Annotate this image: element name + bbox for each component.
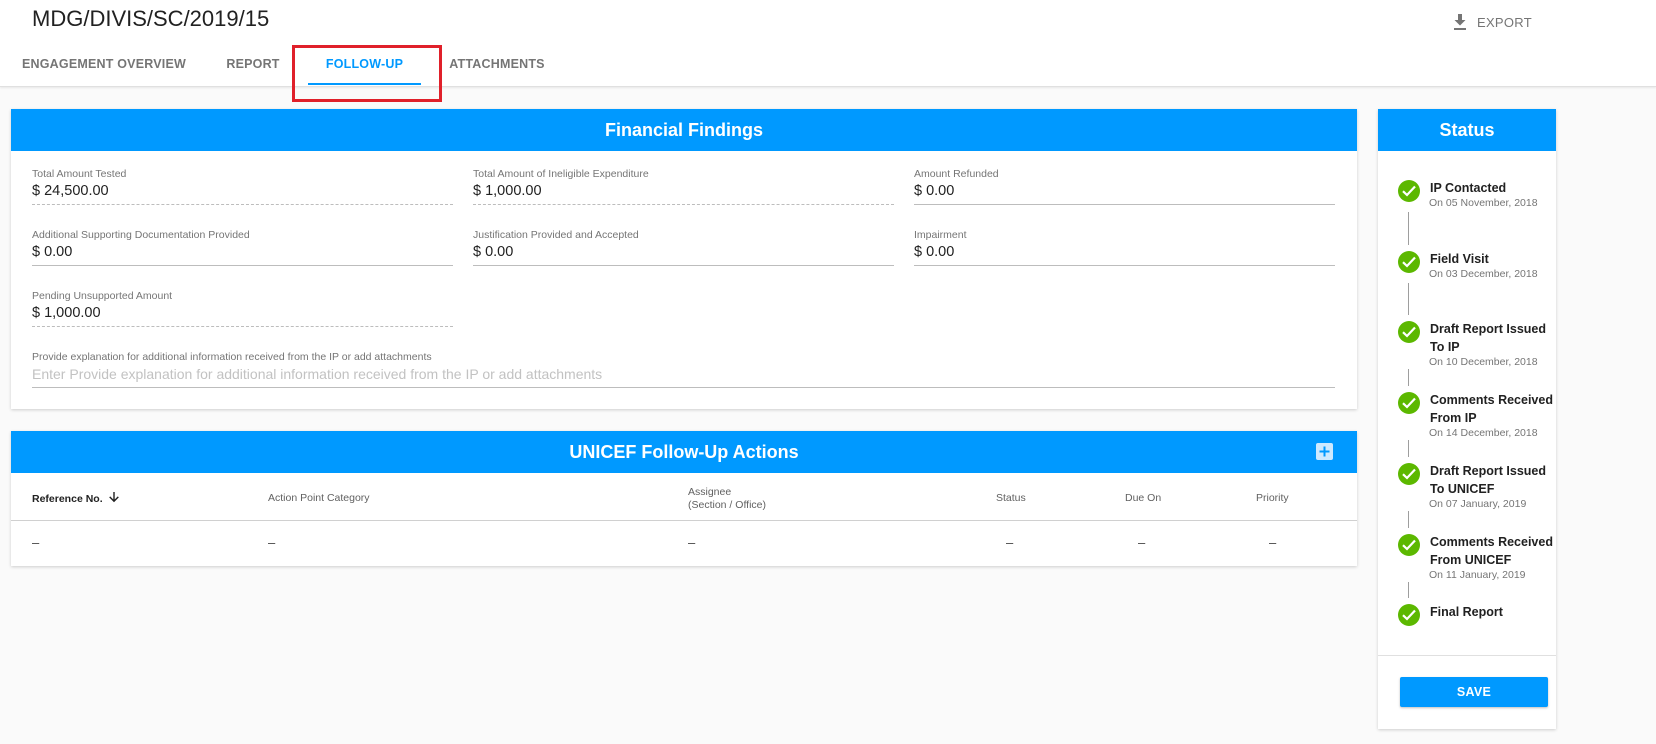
amount-refunded-field[interactable]: Amount Refunded $ 0.00 xyxy=(914,168,1335,205)
field-value: $ 1,000.00 xyxy=(473,183,894,205)
table-cell: – xyxy=(32,535,40,550)
total-amount-tested-field[interactable]: Total Amount Tested $ 24,500.00 xyxy=(32,168,453,205)
column-header-assignee: Assignee (Section / Office) xyxy=(688,486,766,512)
timeline-connector xyxy=(1408,511,1409,528)
check-circle-icon xyxy=(1398,392,1420,414)
tab-attachments[interactable]: ATTACHMENTS xyxy=(437,52,557,86)
export-button[interactable]: EXPORT xyxy=(1453,14,1532,31)
add-action-button[interactable] xyxy=(1316,443,1333,460)
table-cell: – xyxy=(1138,535,1146,550)
table-cell: – xyxy=(688,535,696,550)
check-circle-icon xyxy=(1398,604,1420,626)
field-label: Additional Supporting Documentation Prov… xyxy=(32,229,250,241)
justification-field[interactable]: Justification Provided and Accepted $ 0.… xyxy=(473,229,894,266)
field-value: $ 24,500.00 xyxy=(32,183,453,205)
column-label: Assignee xyxy=(688,486,732,498)
check-circle-icon xyxy=(1398,321,1420,343)
timeline-connector xyxy=(1408,283,1409,315)
pending-unsupported-amount-field[interactable]: Pending Unsupported Amount $ 1,000.00 xyxy=(32,290,453,327)
plus-icon xyxy=(1319,446,1330,457)
field-label: Total Amount Tested xyxy=(32,168,127,180)
field-label: Justification Provided and Accepted xyxy=(473,229,639,241)
explanation-field[interactable]: Provide explanation for additional infor… xyxy=(32,351,1335,388)
status-step-title: Final Report xyxy=(1430,605,1503,619)
annotation-highlight-box xyxy=(292,45,442,102)
field-value: $ 1,000.00 xyxy=(32,305,453,327)
column-header-due-on: Due On xyxy=(1125,492,1162,504)
status-step-date: On 07 January, 2019 xyxy=(1429,498,1527,510)
column-header-priority: Priority xyxy=(1256,492,1289,504)
tab-label: REPORT xyxy=(226,57,280,71)
status-step-title: Comments Received From IP xyxy=(1430,393,1553,425)
download-icon xyxy=(1453,14,1466,30)
timeline-connector xyxy=(1408,369,1409,386)
status-step-date: On 10 December, 2018 xyxy=(1429,356,1538,368)
status-step-date: On 11 January, 2019 xyxy=(1429,569,1526,581)
field-label: Total Amount of Ineligible Expenditure xyxy=(473,168,649,180)
status-panel: Status IP Contacted On 05 November, 2018 F… xyxy=(1378,109,1556,729)
status-step-date: On 05 November, 2018 xyxy=(1429,197,1538,209)
tab-report[interactable]: REPORT xyxy=(212,52,294,86)
tab-label: ENGAGEMENT OVERVIEW xyxy=(21,57,186,71)
field-label: Impairment xyxy=(914,229,967,241)
tab-label: ATTACHMENTS xyxy=(449,57,545,71)
follow-up-actions-card: UNICEF Follow-Up Actions Reference No. A… xyxy=(11,431,1357,566)
column-sublabel: (Section / Office) xyxy=(688,499,767,511)
field-value: $ 0.00 xyxy=(32,244,453,266)
check-circle-icon xyxy=(1398,463,1420,485)
status-divider xyxy=(1378,655,1556,656)
page-header: MDG/DIVIS/SC/2019/15 EXPORT ENGAGEMENT O… xyxy=(0,0,1656,87)
sort-arrow-down-icon xyxy=(108,492,119,503)
page-title: MDG/DIVIS/SC/2019/15 xyxy=(32,6,270,31)
table-cell: – xyxy=(1006,535,1014,550)
table-cell: – xyxy=(1269,535,1277,550)
check-circle-icon xyxy=(1398,251,1420,273)
field-value: $ 0.00 xyxy=(914,244,1335,266)
status-step-title: Draft Report Issued To IP xyxy=(1430,322,1546,354)
field-label: Amount Refunded xyxy=(914,168,999,180)
financial-findings-title: Financial Findings xyxy=(11,109,1357,151)
column-label: Reference No. xyxy=(32,493,103,505)
table-cell: – xyxy=(268,535,276,550)
check-circle-icon xyxy=(1398,534,1420,556)
field-value: $ 0.00 xyxy=(914,183,1335,205)
status-title: Status xyxy=(1378,109,1556,151)
check-circle-icon xyxy=(1398,180,1420,202)
table-header-divider xyxy=(11,520,1357,521)
status-step-date: On 03 December, 2018 xyxy=(1429,268,1538,280)
status-step-title: Comments Received From UNICEF xyxy=(1430,535,1553,567)
column-header-reference-no[interactable]: Reference No. xyxy=(32,492,119,505)
explanation-input[interactable]: Enter Provide explanation for additional… xyxy=(32,366,1335,388)
save-button[interactable]: SAVE xyxy=(1400,677,1548,707)
status-step-title: Draft Report Issued To UNICEF xyxy=(1430,464,1546,496)
status-step-date: On 14 December, 2018 xyxy=(1429,427,1538,439)
field-value: $ 0.00 xyxy=(473,244,894,266)
field-label: Pending Unsupported Amount xyxy=(32,290,173,302)
supporting-documentation-field[interactable]: Additional Supporting Documentation Prov… xyxy=(32,229,453,266)
status-step-title: IP Contacted xyxy=(1430,181,1507,195)
field-label: Provide explanation for additional infor… xyxy=(32,351,432,363)
export-label: EXPORT xyxy=(1476,15,1532,30)
status-step-title: Field Visit xyxy=(1430,252,1489,266)
follow-up-actions-title: UNICEF Follow-Up Actions xyxy=(11,431,1357,473)
timeline-connector xyxy=(1408,440,1409,457)
timeline-connector xyxy=(1408,582,1409,598)
ineligible-expenditure-field[interactable]: Total Amount of Ineligible Expenditure $… xyxy=(473,168,894,205)
tab-engagement-overview[interactable]: ENGAGEMENT OVERVIEW xyxy=(20,52,188,86)
column-header-action-point-category: Action Point Category xyxy=(268,492,370,504)
financial-findings-card: Financial Findings Total Amount Tested $… xyxy=(11,109,1357,409)
column-header-status: Status xyxy=(996,492,1026,504)
timeline-connector xyxy=(1408,212,1409,245)
impairment-field[interactable]: Impairment $ 0.00 xyxy=(914,229,1335,266)
